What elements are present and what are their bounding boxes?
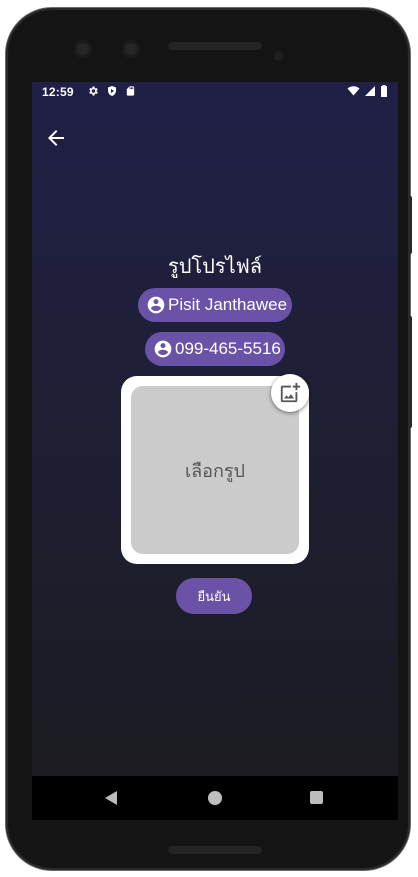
- back-button[interactable]: [44, 126, 68, 150]
- photo-placeholder-label: เลือกรูป: [185, 460, 245, 481]
- phone-chip: 099-465-5516: [145, 332, 285, 366]
- phone-frame: 12:59 รูปโปรไฟล์ Pisit Janthawee 099-465…: [6, 8, 410, 870]
- nav-recents-button[interactable]: [310, 791, 323, 804]
- status-bar: 12:59: [32, 82, 398, 104]
- user-phone: 099-465-5516: [175, 339, 281, 358]
- proximity-sensor: [274, 51, 284, 61]
- add-photo-icon: [280, 382, 301, 403]
- earpiece-grill: [168, 42, 262, 50]
- status-icons-right: [347, 85, 388, 97]
- page-title: รูปโปรไฟล์: [167, 256, 263, 278]
- confirm-button[interactable]: ยืนยัน: [176, 578, 252, 614]
- account-circle-icon: [147, 296, 165, 314]
- nav-home-button[interactable]: [208, 791, 222, 805]
- volume-button: [408, 316, 412, 428]
- front-camera-left: [74, 40, 92, 58]
- system-nav-bar: [32, 776, 398, 820]
- gear-icon: [89, 86, 98, 96]
- status-time: 12:59: [42, 85, 74, 99]
- nav-back-button[interactable]: [105, 791, 117, 805]
- battery-icon: [381, 85, 387, 97]
- app-screen: 12:59 รูปโปรไฟล์ Pisit Janthawee 099-465…: [32, 82, 398, 820]
- signal-icon: [365, 86, 375, 96]
- speaker-grill: [168, 846, 262, 854]
- play-protect-icon: [108, 86, 116, 96]
- status-icons-left: [87, 85, 136, 97]
- user-name: Pisit Janthawee: [168, 295, 288, 314]
- name-chip: Pisit Janthawee: [138, 288, 292, 322]
- wifi-icon: [347, 86, 360, 96]
- arrow-left-icon: [48, 130, 64, 146]
- sd-card-icon: [126, 86, 135, 96]
- power-button: [408, 196, 412, 254]
- add-photo-button[interactable]: [271, 374, 309, 412]
- front-camera-right: [122, 40, 140, 58]
- account-circle-icon: [154, 340, 172, 358]
- photo-card: เลือกรูป: [121, 374, 309, 564]
- photo-picker[interactable]: เลือกรูป: [131, 386, 299, 554]
